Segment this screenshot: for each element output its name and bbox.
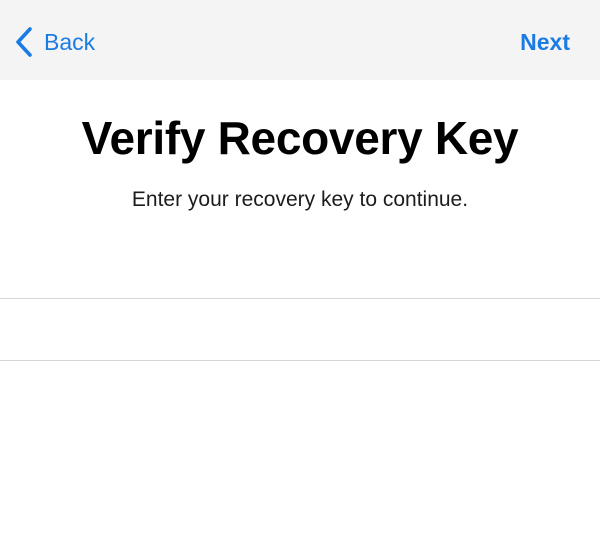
subtitle-text: Enter your recovery key to continue.	[131, 188, 469, 211]
page-title: Verify Recovery Key	[81, 112, 519, 164]
recovery-key-field[interactable]	[0, 298, 600, 361]
back-button[interactable]: Back	[14, 24, 95, 60]
navigation-bar: Back Next	[0, 0, 600, 80]
next-button[interactable]: Next	[520, 24, 570, 60]
chevron-left-icon	[14, 26, 34, 58]
verify-recovery-key-screen: Back Next Verify Recovery Key Enter your…	[0, 0, 600, 555]
recovery-key-input[interactable]	[20, 299, 580, 360]
back-label: Back	[44, 29, 96, 55]
